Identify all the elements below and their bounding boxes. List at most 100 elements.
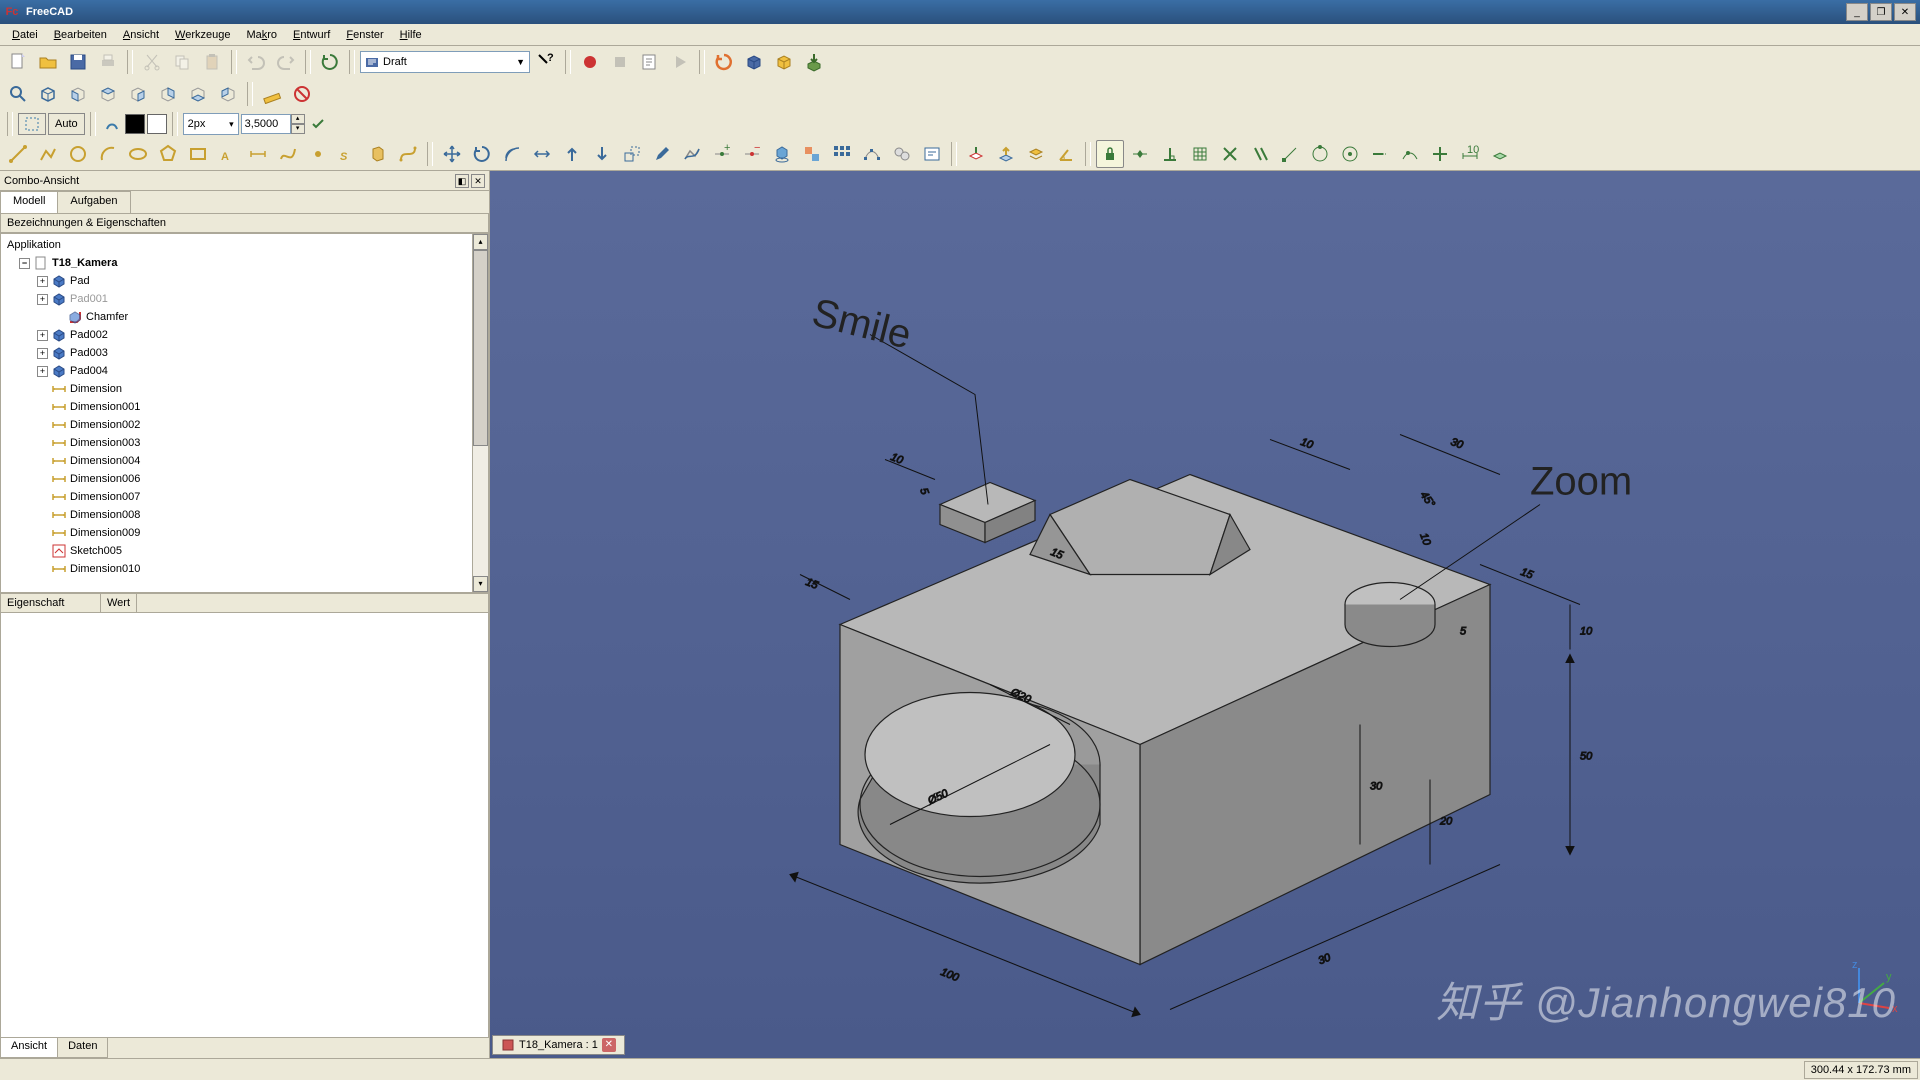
- line-color-swatch[interactable]: [147, 114, 167, 134]
- tab-model[interactable]: Modell: [0, 191, 58, 213]
- snap-workingplane-button[interactable]: [1486, 140, 1514, 168]
- prop-tab-data[interactable]: Daten: [57, 1038, 108, 1058]
- draft-point-button[interactable]: [304, 140, 332, 168]
- tree-scrollbar[interactable]: ▴ ▾: [472, 234, 488, 592]
- draft-rectangle-button[interactable]: [184, 140, 212, 168]
- minimize-button[interactable]: _: [1846, 3, 1868, 21]
- view-front-button[interactable]: [64, 80, 92, 108]
- spin-down[interactable]: ▾: [291, 124, 305, 134]
- prop-tab-view[interactable]: Ansicht: [0, 1038, 58, 1058]
- paste-button[interactable]: [198, 48, 226, 76]
- menu-datei[interactable]: Datei: [4, 27, 46, 43]
- snap-midpoint-button[interactable]: [1126, 140, 1154, 168]
- draft-clone-button[interactable]: [888, 140, 916, 168]
- apply-style-button[interactable]: [307, 113, 329, 135]
- construction-mode-button[interactable]: [18, 113, 46, 135]
- tree-item[interactable]: +Pad002: [3, 326, 486, 344]
- font-size-input[interactable]: [241, 114, 291, 134]
- snap-intersection-button[interactable]: [1216, 140, 1244, 168]
- scroll-thumb[interactable]: [473, 250, 488, 446]
- new-file-button[interactable]: [4, 48, 32, 76]
- tree-item[interactable]: Dimension009: [3, 524, 486, 542]
- menu-hilfe[interactable]: Hilfe: [392, 27, 430, 43]
- expand-icon[interactable]: +: [37, 330, 48, 341]
- draft-trimex-button[interactable]: [528, 140, 556, 168]
- snap-parallel-button[interactable]: [1246, 140, 1274, 168]
- view-left-button[interactable]: [214, 80, 242, 108]
- save-button[interactable]: [64, 48, 92, 76]
- line-width-selector[interactable]: 2px▾: [183, 113, 239, 135]
- tree-item[interactable]: Dimension: [3, 380, 486, 398]
- draft-wire-button[interactable]: [34, 140, 62, 168]
- document-tab-close-button[interactable]: ✕: [602, 1038, 616, 1052]
- menu-ansicht[interactable]: Ansicht: [115, 27, 167, 43]
- wp-up-button[interactable]: [992, 140, 1020, 168]
- view-rear-button[interactable]: [154, 80, 182, 108]
- whats-this-button[interactable]: ?: [532, 48, 560, 76]
- macro-record-button[interactable]: [576, 48, 604, 76]
- tree-item[interactable]: Dimension008: [3, 506, 486, 524]
- tree-item[interactable]: Sketch005: [3, 542, 486, 560]
- expand-icon[interactable]: +: [37, 276, 48, 287]
- menu-werkzeuge[interactable]: Werkzeuge: [167, 27, 238, 43]
- expand-icon[interactable]: −: [19, 258, 30, 269]
- workbench-selector[interactable]: Draft ▼: [360, 51, 530, 73]
- cut-button[interactable]: [138, 48, 166, 76]
- tree-app-root[interactable]: Applikation: [3, 236, 486, 254]
- wp-button[interactable]: [962, 140, 990, 168]
- draft-delpoint-button[interactable]: −: [738, 140, 766, 168]
- expand-icon[interactable]: +: [37, 366, 48, 377]
- document-tab[interactable]: T18_Kamera : 1 ✕: [492, 1035, 625, 1055]
- scroll-up-button[interactable]: ▴: [473, 234, 488, 250]
- draft-rotate-button[interactable]: [468, 140, 496, 168]
- snap-ortho-button[interactable]: [1426, 140, 1454, 168]
- tree-item[interactable]: Dimension004: [3, 452, 486, 470]
- draft-edit-button[interactable]: [648, 140, 676, 168]
- no-entry-button[interactable]: [288, 80, 316, 108]
- draft-bspline-button[interactable]: [274, 140, 302, 168]
- view-iso-button[interactable]: [34, 80, 62, 108]
- tree-item[interactable]: +Pad: [3, 272, 486, 290]
- draft-upgrade-button[interactable]: [558, 140, 586, 168]
- wp-angle-button[interactable]: [1052, 140, 1080, 168]
- draft-scale-button[interactable]: [618, 140, 646, 168]
- redo-button[interactable]: [272, 48, 300, 76]
- draft-text-button[interactable]: A: [214, 140, 242, 168]
- tree-item[interactable]: +Pad001: [3, 290, 486, 308]
- box-yellow-button[interactable]: [770, 48, 798, 76]
- tree-item[interactable]: Dimension006: [3, 470, 486, 488]
- draft-line-button[interactable]: [4, 140, 32, 168]
- draft-ellipse-button[interactable]: [124, 140, 152, 168]
- snap-dimensions-button[interactable]: 10: [1456, 140, 1484, 168]
- tree-document[interactable]: −T18_Kamera: [3, 254, 486, 272]
- refresh-button[interactable]: [316, 48, 344, 76]
- print-button[interactable]: [94, 48, 122, 76]
- expand-icon[interactable]: +: [37, 294, 48, 305]
- menu-bearbeiten[interactable]: Bearbeiten: [46, 27, 115, 43]
- tree-item[interactable]: Dimension001: [3, 398, 486, 416]
- menu-fenster[interactable]: Fenster: [338, 27, 391, 43]
- view-top-button[interactable]: [94, 80, 122, 108]
- draft-patharray-button[interactable]: [858, 140, 886, 168]
- draft-drawing-button[interactable]: [918, 140, 946, 168]
- spin-up[interactable]: ▴: [291, 114, 305, 124]
- import-button[interactable]: [800, 48, 828, 76]
- line-color-button[interactable]: [101, 113, 123, 135]
- draft-shape2d-button[interactable]: [768, 140, 796, 168]
- reload-orange-button[interactable]: [710, 48, 738, 76]
- snap-endpoint-button[interactable]: [1276, 140, 1304, 168]
- panel-close-button[interactable]: ✕: [471, 174, 485, 188]
- copy-button[interactable]: [168, 48, 196, 76]
- draft-array-button[interactable]: [828, 140, 856, 168]
- measure-button[interactable]: [258, 80, 286, 108]
- snap-lock-button[interactable]: [1096, 140, 1124, 168]
- snap-angle-button[interactable]: [1306, 140, 1334, 168]
- menu-makro[interactable]: Makro: [238, 27, 285, 43]
- tree-item[interactable]: Dimension007: [3, 488, 486, 506]
- macro-edit-button[interactable]: [636, 48, 664, 76]
- view-bottom-button[interactable]: [184, 80, 212, 108]
- scroll-down-button[interactable]: ▾: [473, 576, 488, 592]
- property-grid[interactable]: [0, 613, 489, 1038]
- auto-group-button[interactable]: Auto: [48, 113, 85, 135]
- panel-undock-button[interactable]: ◧: [455, 174, 469, 188]
